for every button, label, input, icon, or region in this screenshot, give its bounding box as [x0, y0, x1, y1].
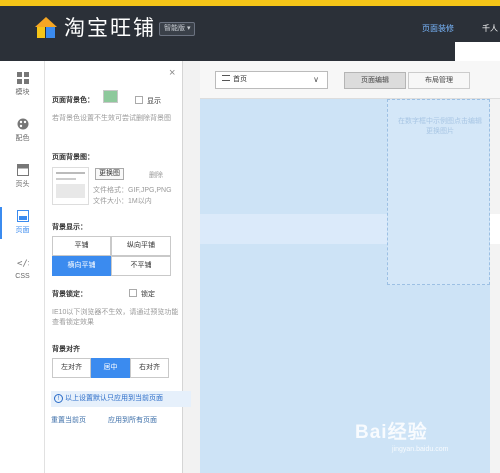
svg-text:</>: </> [17, 259, 29, 268]
sidebar-item-label: 页头 [15, 181, 30, 188]
shop-logo-icon [35, 17, 57, 38]
apply-all-pages-link[interactable]: 应用到所有页面 [108, 415, 157, 425]
bg-color-swatch[interactable] [103, 90, 118, 103]
change-image-button[interactable]: 更换图 [95, 168, 124, 180]
align-center-button[interactable]: 居中 [91, 358, 130, 378]
align-left-button[interactable]: 左对齐 [52, 358, 91, 378]
delete-image-link[interactable]: 删除 [149, 170, 163, 180]
nav-page-decoration[interactable]: 页面装修 [422, 23, 454, 34]
css-icon: </> [17, 259, 29, 268]
sidebar-item-label: 模块 [15, 89, 30, 96]
sidebar-item-label: 页面 [15, 227, 30, 234]
file-format-info: 文件格式：GIF,JPG,PNG [93, 187, 172, 194]
sidebar-item-colors[interactable]: 配色 [0, 111, 45, 151]
align-right-button[interactable]: 右对齐 [130, 358, 169, 378]
left-sidebar: 模块 配色 页头 页面 </> CSS [0, 61, 45, 473]
bg-color-label: 页面背景色： [52, 97, 94, 104]
chevron-down-icon: ∨ [313, 75, 319, 84]
bg-display-tile[interactable]: 平铺 [52, 236, 111, 256]
reset-current-page-link[interactable]: 重置当前页 [51, 415, 86, 425]
close-icon[interactable]: × [169, 67, 175, 79]
sidebar-item-label: 配色 [15, 135, 30, 142]
palette-icon [17, 118, 28, 130]
modules-icon [16, 72, 29, 84]
bg-color-note: 若背景色设置不生效可尝试删除背景图 [52, 115, 171, 122]
lock-bg-checkbox[interactable] [129, 289, 137, 297]
bg-display-label: 背景显示： [52, 224, 87, 231]
tab-page-edit[interactable]: 页面编辑 [344, 72, 406, 89]
sidebar-item-page[interactable]: 页面 [0, 203, 45, 243]
page-select-dropdown[interactable]: 首页 ∨ [215, 71, 328, 89]
sidebar-item-css[interactable]: </> CSS [0, 249, 45, 289]
watermark-url: jingyan.baidu.com [392, 446, 449, 453]
brand-title: 淘宝旺铺 [64, 17, 156, 40]
bg-image-thumbnail [52, 167, 89, 205]
sidebar-item-label: CSS [15, 273, 30, 280]
bg-image-label: 页面背景图： [52, 154, 94, 161]
nav-personalization[interactable]: 千人 [482, 23, 498, 34]
watermark-logo: Bai经验 [355, 422, 428, 443]
page-icon [16, 210, 29, 222]
page-select-value: 首页 [233, 76, 247, 83]
bg-display-tile-horizontal[interactable]: 横向平铺 [52, 256, 111, 276]
editor-toolbar: 首页 ∨ 页面编辑 布局管理 [200, 61, 500, 99]
info-icon: ! [54, 394, 63, 403]
preview-edge [490, 214, 500, 244]
file-size-info: 文件大小：1M以内 [93, 198, 152, 205]
page-header-icon [16, 164, 29, 176]
show-bg-checkbox[interactable] [135, 96, 143, 104]
page-preview-canvas: 在数字框中示例图点击编辑更换图片 [200, 99, 500, 473]
settings-tip: ! 以上设置默认只应用到当前页面 [51, 391, 191, 407]
sidebar-item-page-header[interactable]: 页头 [0, 157, 45, 197]
ie-compat-note: IE10以下浏览器不生效，请通过预览功能查看锁定效果 [52, 309, 179, 326]
edition-dropdown[interactable]: 智能版 ▾ [159, 22, 196, 36]
list-icon [222, 75, 230, 81]
show-bg-label: 显示 [147, 98, 161, 105]
app-header: 淘宝旺铺 智能版 ▾ 页面装修 千人 [0, 6, 500, 67]
bg-display-tile-vertical[interactable]: 纵向平铺 [111, 236, 171, 256]
tip-text: 以上设置默认只应用到当前页面 [65, 395, 163, 402]
bg-display-no-tile[interactable]: 不平铺 [111, 256, 171, 276]
bg-lock-label: 背景锁定： [52, 291, 87, 298]
sidebar-item-modules[interactable]: 模块 [0, 65, 45, 105]
page-settings-panel: × 页面背景色： 显示 若背景色设置不生效可尝试删除背景图 页面背景图： 更换图… [45, 61, 183, 473]
tab-layout-manage[interactable]: 布局管理 [408, 72, 470, 89]
lock-bg-text: 锁定 [141, 291, 155, 298]
placeholder-text: 在数字框中示例图点击编辑更换图片 [398, 118, 482, 135]
bg-align-label: 背景对齐 [52, 346, 80, 353]
